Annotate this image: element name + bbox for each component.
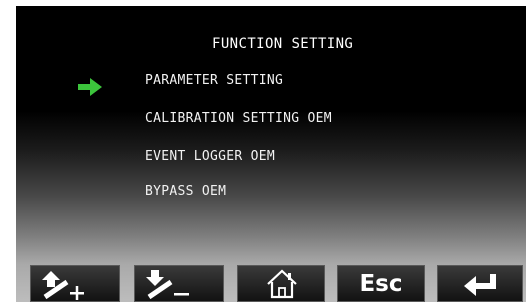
enter-button[interactable] [437,265,523,302]
up-plus-button[interactable] [30,265,120,302]
menu-item-calibration-setting[interactable]: CALIBRATION SETTING OEM [145,111,332,126]
menu-item-parameter-setting[interactable]: PARAMETER SETTING [145,73,283,88]
esc-label: Esc [359,271,403,297]
menu-item-bypass[interactable]: BYPASS OEM [145,184,226,199]
home-button[interactable] [237,265,325,302]
device-frame: FUNCTION SETTING PARAMETER SETTING CALIB… [0,0,532,307]
up-arrow-plus-icon [42,271,84,300]
page-title: FUNCTION SETTING [212,36,354,52]
esc-button[interactable]: Esc [337,265,425,302]
down-arrow-minus-icon [146,270,189,300]
menu-item-event-logger[interactable]: EVENT LOGGER OEM [145,149,275,164]
down-minus-button[interactable] [134,265,224,302]
selection-arrow-icon [78,78,102,96]
home-icon [267,269,297,299]
button-toolbar: Esc [16,264,526,302]
lcd-screen: FUNCTION SETTING PARAMETER SETTING CALIB… [16,6,526,302]
enter-return-arrow-icon [464,274,496,296]
